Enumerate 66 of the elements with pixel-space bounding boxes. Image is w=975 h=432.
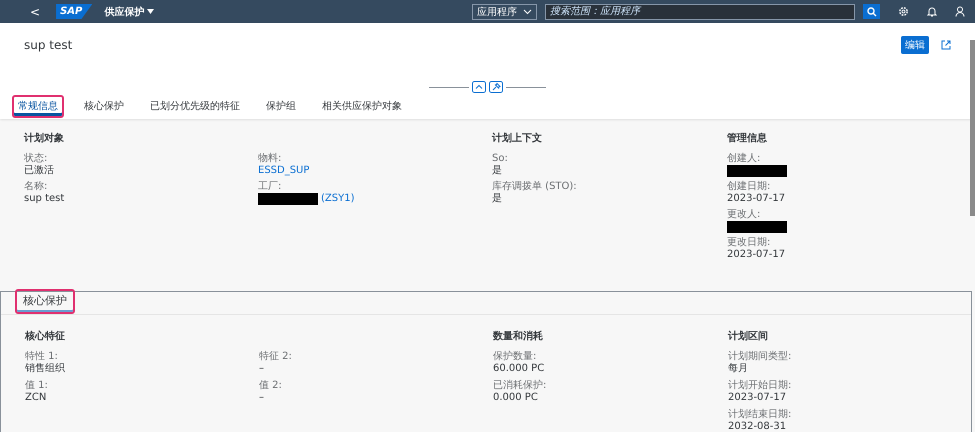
field-label: 计划结束日期: <box>728 409 792 421</box>
field-value: – <box>259 363 264 375</box>
section-title: 核心保护 <box>15 289 75 314</box>
field-value: 2023-07-17 <box>728 392 786 404</box>
search-button[interactable] <box>863 4 880 19</box>
search-icon <box>866 6 876 16</box>
field-value: 2023-07-17 <box>727 249 786 261</box>
field-label: 创建日期: <box>727 181 772 193</box>
scrollbar[interactable] <box>970 40 975 216</box>
back-button[interactable]: < <box>30 4 40 18</box>
edit-button[interactable]: 编辑 <box>901 36 929 54</box>
field-label: 值 2: <box>259 380 283 392</box>
field-label: 名称: <box>24 181 48 193</box>
field-label: 值 1: <box>25 380 49 392</box>
field-link[interactable]: ESSD_SUP <box>258 165 310 177</box>
field-value: 每月 <box>728 363 748 375</box>
field-value: sup test <box>24 193 64 205</box>
field-label: 库存调拨单 (STO): <box>492 181 578 193</box>
chevron-down-icon <box>523 8 532 14</box>
field-label: 状态: <box>24 153 48 165</box>
bell-icon[interactable] <box>927 6 937 17</box>
field-value: 2032-08-31 <box>728 421 786 432</box>
tab[interactable]: 常规信息 <box>12 95 64 118</box>
field-label: 特性 1: <box>25 351 59 363</box>
field-value: 60.000 PC <box>493 363 544 375</box>
tab[interactable]: 已划分优先级的特征 <box>144 95 246 118</box>
field-link[interactable]: (ZSY1) <box>321 193 354 205</box>
tab[interactable]: 相关供应保护对象 <box>316 95 408 118</box>
field-value: 0.000 PC <box>493 392 538 404</box>
tab[interactable]: 核心保护 <box>78 95 130 118</box>
field-label: 保护数量: <box>493 351 538 363</box>
field-label: So: <box>492 153 509 165</box>
field-label: 已消耗保护: <box>493 380 548 392</box>
app-title-menu[interactable]: 供应保护 <box>104 4 154 18</box>
collapse-header-icon[interactable] <box>472 81 486 93</box>
field-label: 更改人: <box>727 209 762 221</box>
share-icon[interactable] <box>941 40 951 50</box>
field-value: 2023-07-17 <box>727 193 786 205</box>
caret-icon <box>147 9 154 14</box>
group-title: 计划区间 <box>728 330 769 343</box>
field-value: – <box>259 392 264 404</box>
group-title: 管理信息 <box>727 132 768 145</box>
field-label: 更改日期: <box>727 237 772 249</box>
tab[interactable]: 保护组 <box>260 95 302 118</box>
field-value: 已激活 <box>24 165 54 177</box>
scope-dropdown[interactable]: 应用程序 <box>472 4 537 20</box>
settings-icon[interactable] <box>898 6 909 17</box>
field-value: 是 <box>492 193 502 205</box>
group-title: 核心特征 <box>25 329 66 343</box>
field-label: 特征 2: <box>259 351 293 363</box>
field-label: 物料: <box>258 153 282 165</box>
object-title: sup test <box>24 38 72 52</box>
field-value: 销售组织 <box>25 363 65 375</box>
field-value: 是 <box>492 165 502 177</box>
field-label: 工厂: <box>258 181 282 193</box>
field-value: ZCN <box>25 392 46 404</box>
search-field[interactable]: 搜索范围：应用程序 <box>545 4 855 20</box>
field-label: 计划开始日期: <box>728 380 792 392</box>
logo[interactable]: SAP <box>56 4 92 19</box>
group-title: 数量和消耗 <box>493 330 544 343</box>
group-title: 计划上下文 <box>492 132 543 145</box>
pin-icon[interactable] <box>489 81 503 93</box>
field-label: 创建人: <box>727 153 762 165</box>
user-icon[interactable] <box>955 6 965 17</box>
group-title: 计划对象 <box>24 132 65 145</box>
field-label: 计划期间类型: <box>728 351 792 363</box>
